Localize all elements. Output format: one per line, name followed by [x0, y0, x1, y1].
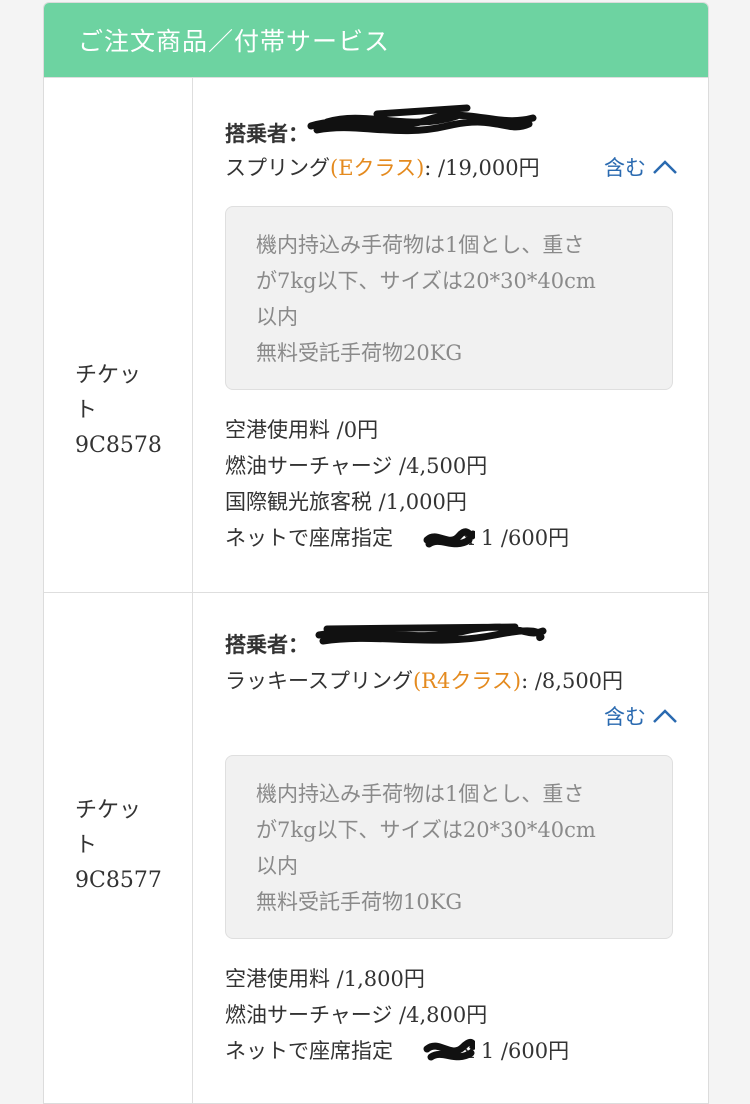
- ticket-label-line: ト: [75, 833, 98, 858]
- fare-class: (R4クラス): [412, 669, 522, 693]
- section-header: ご注文商品／付帯サービス: [44, 3, 708, 77]
- baggage-toggle[interactable]: 含む: [604, 701, 678, 731]
- seat-suffix: x 1 /600円: [462, 1039, 570, 1063]
- fee-list: 空港使用料 /0円 燃油サーチャージ /4,500円 国際観光旅客税 /1,00…: [225, 412, 569, 556]
- fare-line: ラッキースプリング(R4クラス): /8,500円: [225, 665, 623, 695]
- baggage-line: が7kg以下、サイズは20*30*40cm: [256, 269, 596, 293]
- baggage-info-box: 機内持込み手荷物は1個とし、重さ が7kg以下、サイズは20*30*40cm 以…: [225, 755, 673, 939]
- fare-price: : /19,000円: [424, 156, 540, 180]
- redaction-scribble: [423, 528, 475, 548]
- seat-suffix: x 1 /600円: [462, 526, 570, 550]
- ticket-label-cell: チケッ ト 9C8578: [44, 78, 193, 592]
- chevron-up-icon: [653, 709, 677, 723]
- ticket-label-line: チケッ: [75, 798, 142, 823]
- fee-list: 空港使用料 /1,800円 燃油サーチャージ /4,800円 ネットで座席指定 …: [225, 961, 569, 1069]
- baggage-line: が7kg以下、サイズは20*30*40cm: [256, 818, 596, 842]
- ticket-label: チケッ ト 9C8577: [75, 793, 175, 898]
- ticket-number: 9C8578: [75, 433, 162, 458]
- passenger-label: 搭乗者：: [225, 121, 309, 146]
- baggage-line: 機内持込み手荷物は1個とし、重さ: [256, 233, 585, 257]
- ticket-label: チケッ ト 9C8578: [75, 358, 175, 463]
- passenger-label: 搭乗者：: [225, 632, 309, 657]
- fare-price: : /8,500円: [521, 669, 624, 693]
- ticket-row: チケッ ト 9C8577 搭乗者： ラッキースプリング(R4クラス): /8,5…: [44, 592, 708, 1103]
- ticket-label-line: ト: [75, 398, 98, 423]
- seat-fee-item: ネットで座席指定 x 1 /600円: [225, 1033, 569, 1069]
- redaction-scribble: [423, 1038, 475, 1061]
- fee-item: 国際観光旅客税 /1,000円: [225, 490, 467, 514]
- seat-fee-item: ネットで座席指定 x 1 /600円: [225, 520, 569, 556]
- ticket-row: チケッ ト 9C8578 搭乗者： スプリング(Eクラス): /19,000円 …: [44, 77, 708, 592]
- fee-item: 燃油サーチャージ /4,500円: [225, 454, 488, 478]
- redaction-scribble: [307, 104, 537, 135]
- baggage-line: 以内: [256, 854, 298, 878]
- toggle-label: 含む: [604, 705, 646, 729]
- fare-name: スプリング: [225, 156, 330, 180]
- baggage-toggle[interactable]: 含む: [604, 152, 678, 182]
- chevron-up-icon: [653, 160, 677, 174]
- ticket-label-line: チケッ: [75, 363, 142, 388]
- order-items-panel: ご注文商品／付帯サービス チケッ ト 9C8578 搭乗者： スプリング(Eクラ…: [43, 2, 709, 1104]
- toggle-label: 含む: [604, 156, 646, 180]
- baggage-info-box: 機内持込み手荷物は1個とし、重さ が7kg以下、サイズは20*30*40cm 以…: [225, 206, 673, 390]
- fee-item: 空港使用料 /1,800円: [225, 967, 425, 991]
- seat-label: ネットで座席指定: [225, 1039, 393, 1063]
- ticket-number: 9C8577: [75, 868, 162, 893]
- fee-item: 空港使用料 /0円: [225, 418, 379, 442]
- seat-label: ネットで座席指定: [225, 526, 393, 550]
- baggage-line: 機内持込み手荷物は1個とし、重さ: [256, 782, 585, 806]
- ticket-label-cell: チケッ ト 9C8577: [44, 593, 193, 1103]
- fare-class: (Eクラス): [330, 156, 425, 180]
- baggage-line: 無料受託手荷物20KG: [256, 341, 463, 365]
- section-title: ご注文商品／付帯サービス: [78, 27, 391, 56]
- redaction-scribble: [315, 623, 547, 645]
- baggage-line: 以内: [256, 305, 298, 329]
- baggage-line: 無料受託手荷物10KG: [256, 890, 463, 914]
- fee-item: 燃油サーチャージ /4,800円: [225, 1003, 488, 1027]
- fare-name: ラッキースプリング: [225, 669, 413, 693]
- fare-line: スプリング(Eクラス): /19,000円: [225, 152, 540, 182]
